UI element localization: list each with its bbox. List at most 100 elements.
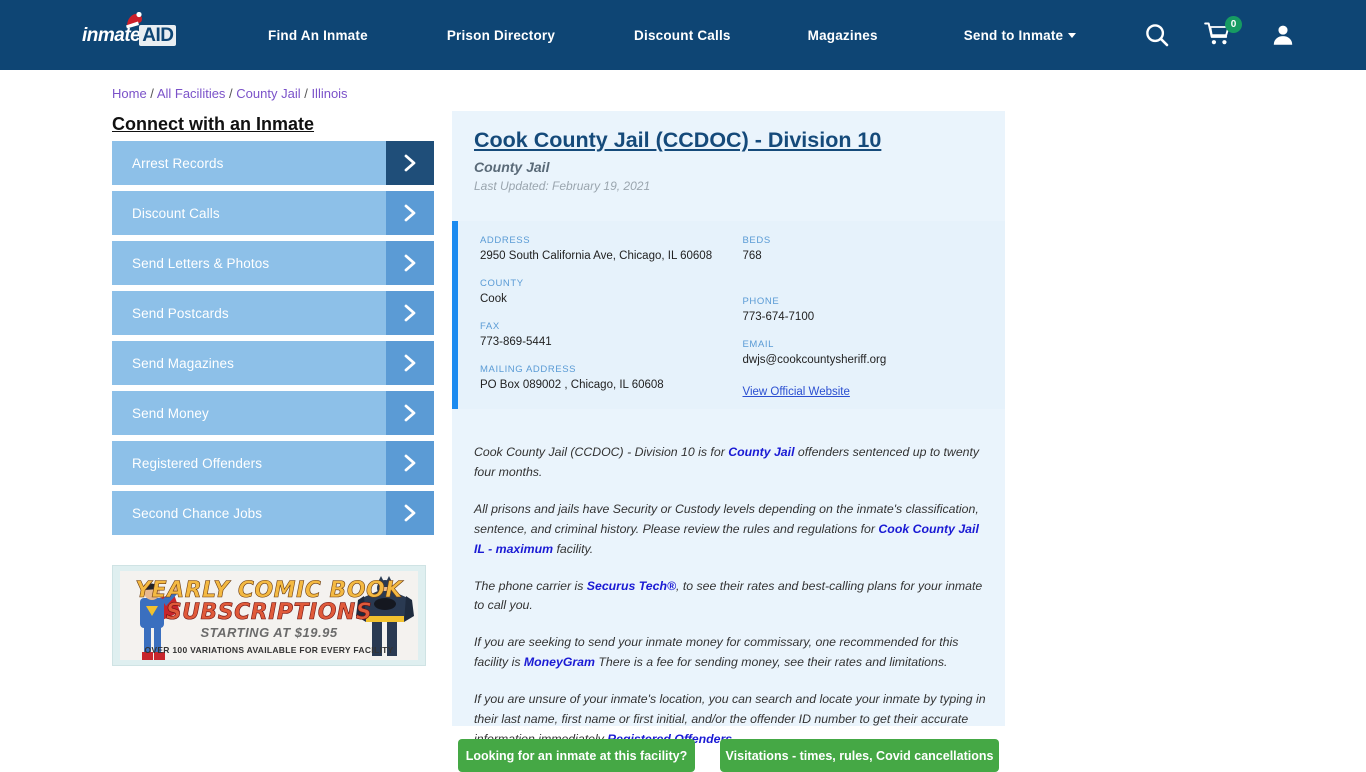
facility-info-column-right: BEDS 768 PHONE 773-674-7100 EMAIL dwjs@c… [743,235,1006,413]
sidebar-item-send-magazines[interactable]: Send Magazines [112,341,434,385]
facility-type: County Jail [474,159,550,175]
comic-book-ad-banner[interactable]: YEARLY COMIC BOOK SUBSCRIPTIONS STARTING… [112,565,426,666]
info-value-mailing-address: PO Box 089002 , Chicago, IL 60608 [480,378,664,391]
nav-item-prison-directory[interactable]: Prison Directory [447,28,555,43]
page-title[interactable]: Cook County Jail (CCDOC) - Division 10 [474,128,881,153]
chevron-right-icon [404,154,416,172]
info-field-website: View Official Website [743,382,1006,400]
breadcrumb-item-illinois[interactable]: Illinois [311,86,347,101]
sidebar-item-label: Arrest Records [132,155,224,171]
info-value-phone: 773-674-7100 [742,310,815,323]
visitations-button[interactable]: Visitations - times, rules, Covid cancel… [720,739,999,772]
chevron-right-icon [404,404,416,422]
p4-text-b: There is a fee for sending money, see th… [594,655,948,670]
header-icon-group: 0 [1142,0,1296,70]
info-field-mailing-address: MAILING ADDRESS PO Box 089002 , Chicago,… [480,364,743,394]
p3-text-a: The phone carrier is [474,578,587,593]
facility-info-grid: ADDRESS 2950 South California Ave, Chica… [480,235,1005,413]
info-label-mailing-address: MAILING ADDRESS [480,363,577,375]
info-value-county: Cook [480,292,507,305]
breadcrumb-item-all-facilities[interactable]: All Facilities [157,86,226,101]
link-county-jail[interactable]: County Jail [728,445,794,459]
breadcrumb-item-county-jail[interactable]: County Jail [236,86,300,101]
nav-item-send-to-inmate-label: Send to Inmate [963,27,1064,43]
info-field-county: COUNTY Cook [480,278,743,308]
sidebar-item-arrow [386,341,434,385]
breadcrumb-separator: / [300,86,312,101]
breadcrumb-item-home[interactable]: Home [112,86,147,101]
sidebar-item-label: Send Postcards [132,305,229,321]
link-moneygram[interactable]: MoneyGram [524,655,595,669]
description-paragraph-2: All prisons and jails have Security or C… [474,500,992,560]
nav-item-discount-calls[interactable]: Discount Calls [634,28,731,43]
info-label-address: ADDRESS [480,235,531,246]
nav-item-find-an-inmate[interactable]: Find An Inmate [268,28,368,43]
info-value-email: dwjs@cookcountysheriff.org [742,353,887,366]
logo-brand-suffix: AID [139,25,177,46]
ad-price-line: STARTING AT $19.95 [200,625,338,640]
facility-info-column-left: ADDRESS 2950 South California Ave, Chica… [480,235,743,413]
cart-count-badge: 0 [1225,16,1242,33]
description-paragraph-1: Cook County Jail (CCDOC) - Division 10 i… [474,443,992,483]
info-label-email: EMAIL [742,338,775,350]
search-button[interactable] [1142,20,1172,50]
sidebar-item-arrow [386,391,434,435]
facility-description: Cook County Jail (CCDOC) - Division 10 i… [474,443,992,767]
account-button[interactable] [1234,22,1296,48]
sidebar-item-label: Send Letters & Photos [132,255,270,271]
info-label-county: COUNTY [480,277,524,289]
sidebar-item-send-postcards[interactable]: Send Postcards [112,291,434,335]
sidebar-item-arrow [386,291,434,335]
p1-text-a: Cook County Jail (CCDOC) - Division 10 i… [474,445,729,459]
sidebar-item-label: Discount Calls [132,205,220,221]
nav-item-magazines[interactable]: Magazines [808,28,878,43]
view-official-website-link[interactable]: View Official Website [743,386,850,398]
ad-inner: YEARLY COMIC BOOK SUBSCRIPTIONS STARTING… [120,571,418,660]
sidebar-item-arrow [386,241,434,285]
sidebar-item-registered-offenders[interactable]: Registered Offenders [112,441,434,485]
breadcrumb: Home / All Facilities / County Jail / Il… [112,86,348,101]
sidebar-item-send-letters-photos[interactable]: Send Letters & Photos [112,241,434,285]
sidebar-item-arrow [386,491,434,535]
info-label-phone: PHONE [742,295,780,307]
info-value-address: 2950 South California Ave, Chicago, IL 6… [480,250,713,262]
sidebar-item-send-money[interactable]: Send Money [112,391,434,435]
site-header: inmate AID Find An Inmate Prison Director… [0,0,1366,70]
last-updated-text: Last Updated: February 19, 2021 [474,179,651,193]
inmate-search-button[interactable]: Looking for an inmate at this facility? [458,739,695,772]
cart-button[interactable]: 0 [1204,16,1242,50]
breadcrumb-separator: / [146,86,157,101]
chevron-down-icon [1068,33,1077,39]
info-label-beds: BEDS [742,235,771,246]
info-field-beds: BEDS 768 [743,235,1006,265]
breadcrumb-separator: / [225,86,237,101]
link-securus-tech[interactable]: Securus Tech® [587,579,676,593]
facility-detail-card: Cook County Jail (CCDOC) - Division 10 C… [452,111,1005,772]
chevron-right-icon [404,204,416,222]
sidebar-item-label: Send Money [132,405,209,421]
chevron-right-icon [404,504,416,522]
info-field-fax: FAX 773-869-5441 [480,321,743,351]
sidebar-item-discount-calls[interactable]: Discount Calls [112,191,434,235]
sidebar-item-arrow [386,191,434,235]
facility-info-box: ADDRESS 2950 South California Ave, Chica… [452,221,1005,409]
site-logo[interactable]: inmate AID [82,12,186,50]
sidebar-item-label: Registered Offenders [132,455,263,471]
santa-hat-icon [126,12,142,29]
p2-text-b: facility. [553,541,594,556]
info-value-beds: 768 [742,250,762,262]
ad-subtext-line: OVER 100 VARIATIONS AVAILABLE FOR EVERY … [144,645,394,655]
sidebar-item-arrest-records[interactable]: Arrest Records [112,141,434,185]
info-field-address: ADDRESS 2950 South California Ave, Chica… [480,235,743,265]
sidebar-item-second-chance-jobs[interactable]: Second Chance Jobs [112,491,434,535]
description-paragraph-3: The phone carrier is Securus Tech®, to s… [474,577,992,617]
chevron-right-icon [404,354,416,372]
main-navigation: Find An Inmate Prison Directory Discount… [268,0,1077,70]
sidebar-heading[interactable]: Connect with an Inmate [112,114,314,135]
nav-item-send-to-inmate[interactable]: Send to Inmate [964,28,1077,43]
sidebar-item-arrow [386,441,434,485]
info-value-fax: 773-869-5441 [480,335,552,348]
sidebar-menu: Arrest Records Discount Calls Send Lette… [112,141,434,541]
sidebar-item-label: Send Magazines [132,355,234,371]
